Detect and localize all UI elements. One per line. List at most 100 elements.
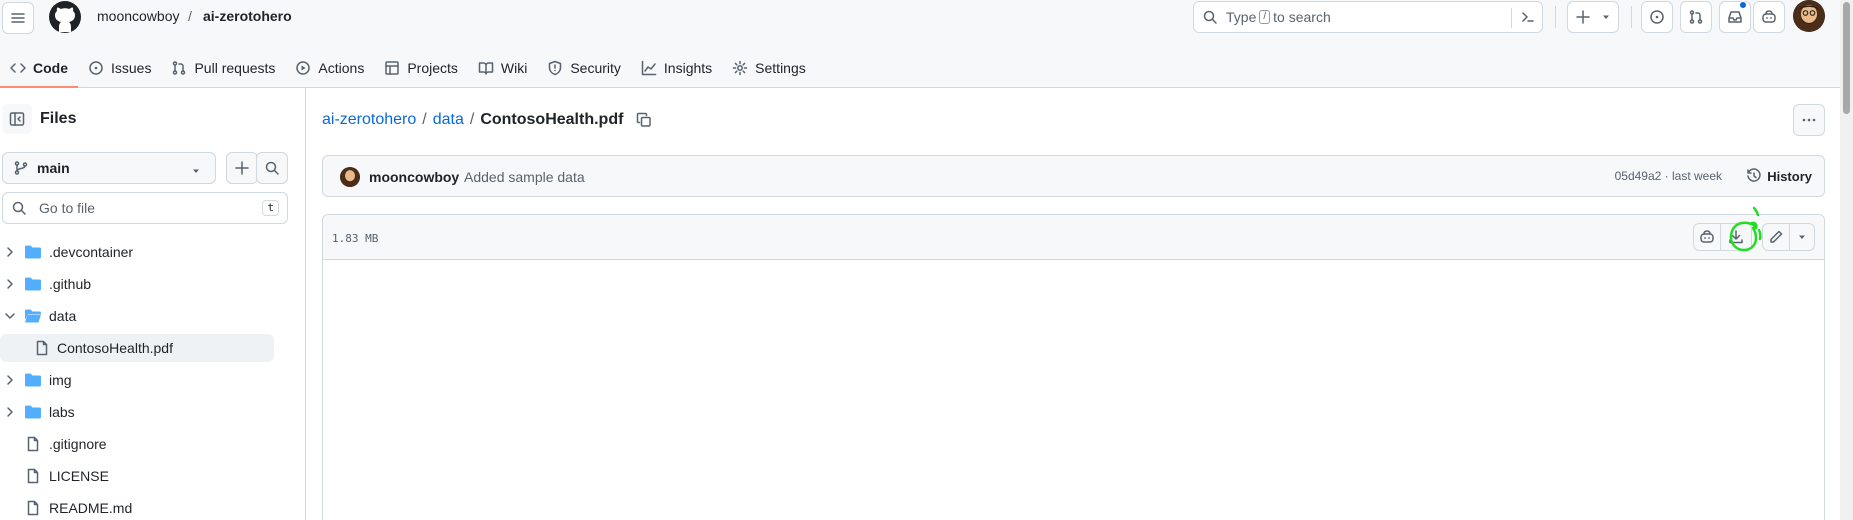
search-divider: [1511, 8, 1512, 28]
search-prefix: Type: [1226, 9, 1257, 25]
tab-security[interactable]: Security: [537, 48, 631, 88]
folder-icon: [25, 405, 41, 419]
tab-projects-label: Projects: [407, 60, 458, 76]
path-folder-link[interactable]: data: [433, 111, 464, 129]
tab-insights[interactable]: Insights: [631, 48, 722, 88]
tab-code-label: Code: [33, 60, 68, 76]
tree-item-labs[interactable]: labs: [0, 398, 274, 426]
tree-item-label: data: [49, 308, 77, 324]
chevron-right-icon: [7, 279, 13, 289]
tree-item-label: .gitignore: [49, 436, 107, 452]
command-palette-icon[interactable]: [1520, 9, 1536, 25]
scrollbar-thumb[interactable]: [1843, 2, 1850, 114]
tab-wiki-label: Wiki: [500, 60, 528, 76]
tree-item-label: .devcontainer: [49, 244, 134, 260]
github-logo-icon[interactable]: [48, 0, 82, 34]
go-to-file-input[interactable]: Go to file t: [2, 192, 288, 224]
create-new-button[interactable]: [1567, 1, 1619, 33]
download-icon: [1729, 230, 1743, 244]
path-current-file: ContosoHealth.pdf: [480, 111, 624, 128]
menu-button[interactable]: [2, 2, 34, 34]
plus-icon: [235, 161, 249, 175]
code-icon: [10, 63, 26, 73]
folder-open-icon: [25, 309, 41, 323]
path-separator: /: [469, 111, 475, 128]
shield-icon: [549, 60, 562, 76]
issues-button[interactable]: [1641, 1, 1673, 33]
search-icon: [265, 161, 279, 175]
triangle-down-icon: [1603, 15, 1609, 19]
tab-settings[interactable]: Settings: [722, 48, 816, 88]
breadcrumb-owner[interactable]: mooncowboy: [97, 8, 180, 24]
repo-nav: Code Issues Pull requests Actions Projec…: [0, 48, 816, 88]
tree-item-label: ContosoHealth.pdf: [57, 340, 173, 356]
file-icon: [27, 436, 39, 452]
issue-opened-icon: [1650, 10, 1664, 24]
ask-copilot-button[interactable]: [1693, 223, 1721, 251]
file-viewer: 1.83 MB: [322, 214, 1825, 520]
go-to-file-placeholder: Go to file: [39, 200, 96, 216]
go-to-file-shortcut: t: [262, 200, 279, 216]
tree-item-contosohealth-pdf[interactable]: ContosoHealth.pdf: [0, 334, 274, 362]
copilot-icon: [1762, 10, 1776, 23]
tab-wiki[interactable]: Wiki: [468, 48, 537, 88]
tree-item-label: LICENSE: [49, 468, 109, 484]
edit-options-dropdown[interactable]: [1789, 223, 1815, 251]
user-avatar[interactable]: [1793, 0, 1825, 32]
edit-file-button[interactable]: [1762, 223, 1790, 251]
global-search-input[interactable]: Type / to search: [1193, 1, 1543, 33]
tab-code[interactable]: Code: [0, 48, 78, 88]
file-icon: [36, 340, 48, 356]
collapse-sidebar-button[interactable]: [2, 104, 32, 134]
search-files-button[interactable]: [256, 152, 288, 184]
copilot-button[interactable]: [1753, 1, 1785, 33]
tab-projects[interactable]: Projects: [374, 48, 468, 88]
tree-item-img[interactable]: img: [0, 366, 274, 394]
add-file-button[interactable]: [226, 152, 258, 184]
global-header: mooncowboy / ai-zerotohero Type / to sea…: [0, 0, 1853, 88]
history-icon: [1747, 168, 1761, 182]
copy-icon[interactable]: [636, 112, 652, 128]
tree-item-devcontainer[interactable]: .devcontainer: [0, 238, 274, 266]
tree-item-data[interactable]: data: [0, 302, 274, 330]
tree-item-gitignore[interactable]: .gitignore: [0, 430, 274, 458]
breadcrumb-repo[interactable]: ai-zerotohero: [203, 8, 292, 24]
folder-icon: [25, 373, 41, 387]
history-label: History: [1767, 168, 1812, 184]
commit-message[interactable]: Added sample data: [464, 169, 585, 185]
commit-author-avatar[interactable]: [340, 167, 360, 187]
search-icon: [1203, 10, 1217, 24]
download-raw-button[interactable]: [1720, 223, 1752, 251]
history-button[interactable]: History: [1746, 162, 1812, 190]
commit-sha-time[interactable]: 05d49a2 · last week: [1615, 169, 1722, 183]
git-pull-request-icon: [1689, 10, 1703, 24]
tree-item-readme[interactable]: README.md: [0, 494, 274, 520]
git-pull-request-icon: [173, 61, 186, 75]
page-scrollbar[interactable]: [1840, 0, 1853, 520]
folder-icon: [25, 245, 41, 259]
path-root-link[interactable]: ai-zerotohero: [322, 111, 416, 129]
path-separator: /: [422, 111, 427, 128]
tab-issues[interactable]: Issues: [78, 48, 161, 88]
sidebar-collapse-icon: [9, 112, 25, 126]
tree-item-github[interactable]: .github: [0, 270, 274, 298]
tab-actions-label: Actions: [318, 60, 365, 76]
tab-actions[interactable]: Actions: [285, 48, 374, 88]
search-shortcut-key: /: [1259, 10, 1271, 24]
git-branch-icon: [14, 161, 28, 175]
commit-author[interactable]: mooncowboy: [369, 169, 459, 185]
more-options-button[interactable]: [1793, 104, 1825, 136]
file-tree-sidebar: Files main Go to file t .devcontainer .g…: [0, 88, 306, 520]
copilot-icon: [1700, 230, 1714, 243]
chevron-right-icon: [7, 247, 13, 257]
tree-item-label: README.md: [49, 500, 133, 516]
gear-icon: [732, 60, 748, 76]
tab-pull-requests[interactable]: Pull requests: [161, 48, 285, 88]
branch-name: main: [37, 160, 70, 176]
tree-item-license[interactable]: LICENSE: [0, 462, 274, 490]
tab-issues-label: Issues: [111, 60, 152, 76]
pull-requests-button[interactable]: [1680, 1, 1712, 33]
tree-item-label: labs: [49, 404, 75, 420]
branch-selector[interactable]: main: [2, 152, 216, 184]
file-size: 1.83 MB: [332, 232, 379, 245]
